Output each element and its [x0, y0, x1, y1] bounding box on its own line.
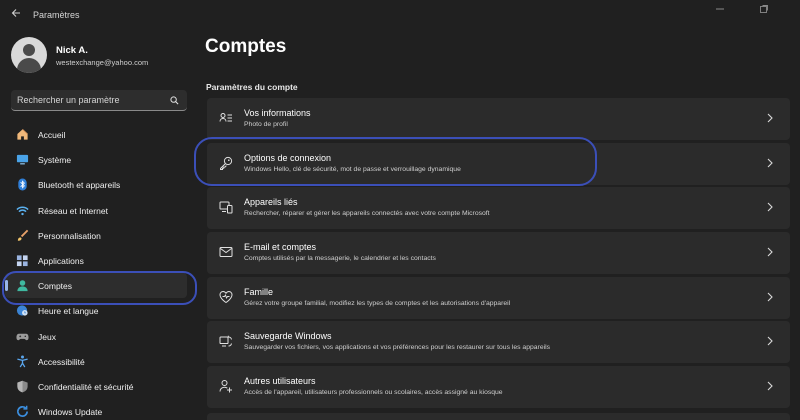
selection-indicator [5, 280, 8, 292]
person-icon [17, 280, 28, 292]
person-card-icon [219, 113, 232, 122]
chevron-right-icon [767, 247, 773, 257]
chevron-right-icon [767, 381, 773, 391]
avatar[interactable] [11, 37, 47, 73]
sidebar-item-label: Personnalisation [38, 230, 101, 241]
key-icon [220, 156, 233, 170]
apps-icon [16, 255, 28, 267]
sidebar-item-bluetooth[interactable]: Bluetooth et appareils [5, 172, 187, 197]
card-subtitle: Accès de l'appareil, utilisateurs profes… [244, 389, 503, 397]
sidebar-item-accueil[interactable]: Accueil [5, 122, 187, 147]
card-options-connexion[interactable]: Options de connexion Windows Hello, clé … [207, 142, 790, 185]
accessibility-icon [17, 355, 28, 368]
settings-card-list: Vos informations Photo de profil Options… [207, 98, 790, 411]
devices-icon [219, 201, 233, 214]
window-title: Paramètres [33, 10, 80, 20]
chevron-right-icon [767, 337, 773, 346]
sidebar-item-accessibilite[interactable]: Accessibilité [5, 349, 187, 374]
card-title: Famille [244, 286, 274, 297]
maximize-button[interactable] [750, 4, 778, 18]
chevron-right-icon [767, 202, 773, 212]
shield-icon [17, 380, 28, 393]
sidebar-item-windows-update[interactable]: Windows Update [5, 399, 187, 420]
sidebar-nav: Accueil Système Bluetooth et appareils R… [5, 122, 189, 420]
sidebar-item-jeux[interactable]: Jeux [5, 324, 187, 349]
sidebar-item-confidentialite[interactable]: Confidentialité et sécurité [5, 374, 187, 399]
card-subtitle: Windows Hello, clé de sécurité, mot de p… [244, 165, 461, 173]
user-name: Nick A. [56, 45, 88, 56]
card-subtitle: Photo de profil [244, 121, 288, 128]
card-vos-informations[interactable]: Vos informations Photo de profil [207, 98, 790, 140]
page-title: Comptes [205, 36, 287, 57]
card-title: Autres utilisateurs [244, 376, 316, 387]
user-email: westexchange@yahoo.com [56, 58, 149, 67]
sidebar-item-label: Accueil [38, 130, 66, 140]
bluetooth-icon [18, 178, 27, 191]
search-input[interactable] [17, 90, 167, 110]
clock-globe-icon [16, 305, 28, 316]
home-icon [17, 129, 28, 140]
card-title: Sauvegarde Windows [244, 331, 332, 342]
add-user-icon [219, 380, 232, 393]
update-icon [17, 405, 28, 417]
card-subtitle: Rechercher, réparer et gérer les apparei… [244, 210, 490, 218]
sidebar-item-label: Accessibilité [38, 356, 85, 367]
card-subtitle: Sauvegarder vos fichiers, vos applicatio… [244, 344, 551, 352]
sidebar-item-personnalisation[interactable]: Personnalisation [5, 223, 187, 248]
card-title: Options de connexion [244, 152, 332, 163]
family-heart-icon [219, 290, 233, 303]
card-famille[interactable]: Famille Gérez votre groupe familial, mod… [207, 276, 790, 319]
wifi-icon [16, 206, 29, 215]
sidebar-item-heure-langue[interactable]: Heure et langue [5, 298, 187, 323]
sidebar-item-systeme[interactable]: Système [5, 147, 187, 172]
sidebar-item-label: Système [38, 155, 72, 166]
card-title: Appareils liés [244, 197, 298, 208]
card-title: Vos informations [244, 108, 311, 118]
card-autres-utilisateurs[interactable]: Autres utilisateurs Accès de l'appareil,… [207, 366, 790, 409]
card-subtitle: Gérez votre groupe familial, modifiez le… [244, 299, 511, 307]
minimize-button[interactable] [706, 4, 734, 18]
next-card-partial[interactable] [207, 413, 790, 420]
title-bar: Paramètres [0, 0, 800, 30]
search-icon[interactable] [170, 96, 179, 105]
sidebar-item-label: Comptes [38, 281, 73, 292]
sidebar-item-label: Bluetooth et appareils [38, 180, 121, 191]
back-arrow-icon[interactable] [9, 7, 23, 21]
card-appareils-lies[interactable]: Appareils liés Rechercher, réparer et gé… [207, 187, 790, 230]
section-title: Paramètres du compte [206, 82, 298, 92]
sidebar-item-reseau[interactable]: Réseau et Internet [5, 198, 187, 223]
sidebar-item-label: Applications [38, 255, 84, 266]
monitor-icon [16, 155, 29, 165]
chevron-right-icon [767, 158, 773, 168]
brush-icon [17, 229, 29, 241]
card-subtitle: Comptes utilisés par la messagerie, le c… [244, 255, 436, 263]
chevron-right-icon [767, 113, 773, 123]
sidebar-item-applications[interactable]: Applications [5, 248, 187, 273]
sidebar-item-label: Jeux [38, 331, 56, 342]
sidebar-item-label: Windows Update [38, 407, 103, 418]
card-email-comptes[interactable]: E-mail et comptes Comptes utilisés par l… [207, 232, 790, 275]
card-title: E-mail et comptes [244, 242, 317, 253]
sidebar-item-label: Réseau et Internet [38, 205, 108, 216]
backup-icon [219, 335, 232, 347]
sidebar-item-label: Confidentialité et sécurité [38, 381, 134, 392]
search-box[interactable] [11, 90, 187, 111]
sidebar-item-label: Heure et langue [38, 306, 99, 317]
chevron-right-icon [767, 292, 773, 302]
sidebar-item-comptes[interactable]: Comptes [5, 273, 187, 299]
card-sauvegarde-windows[interactable]: Sauvegarde Windows Sauvegarder vos fichi… [207, 321, 790, 364]
mail-icon [219, 247, 233, 258]
gamepad-icon [16, 333, 29, 340]
